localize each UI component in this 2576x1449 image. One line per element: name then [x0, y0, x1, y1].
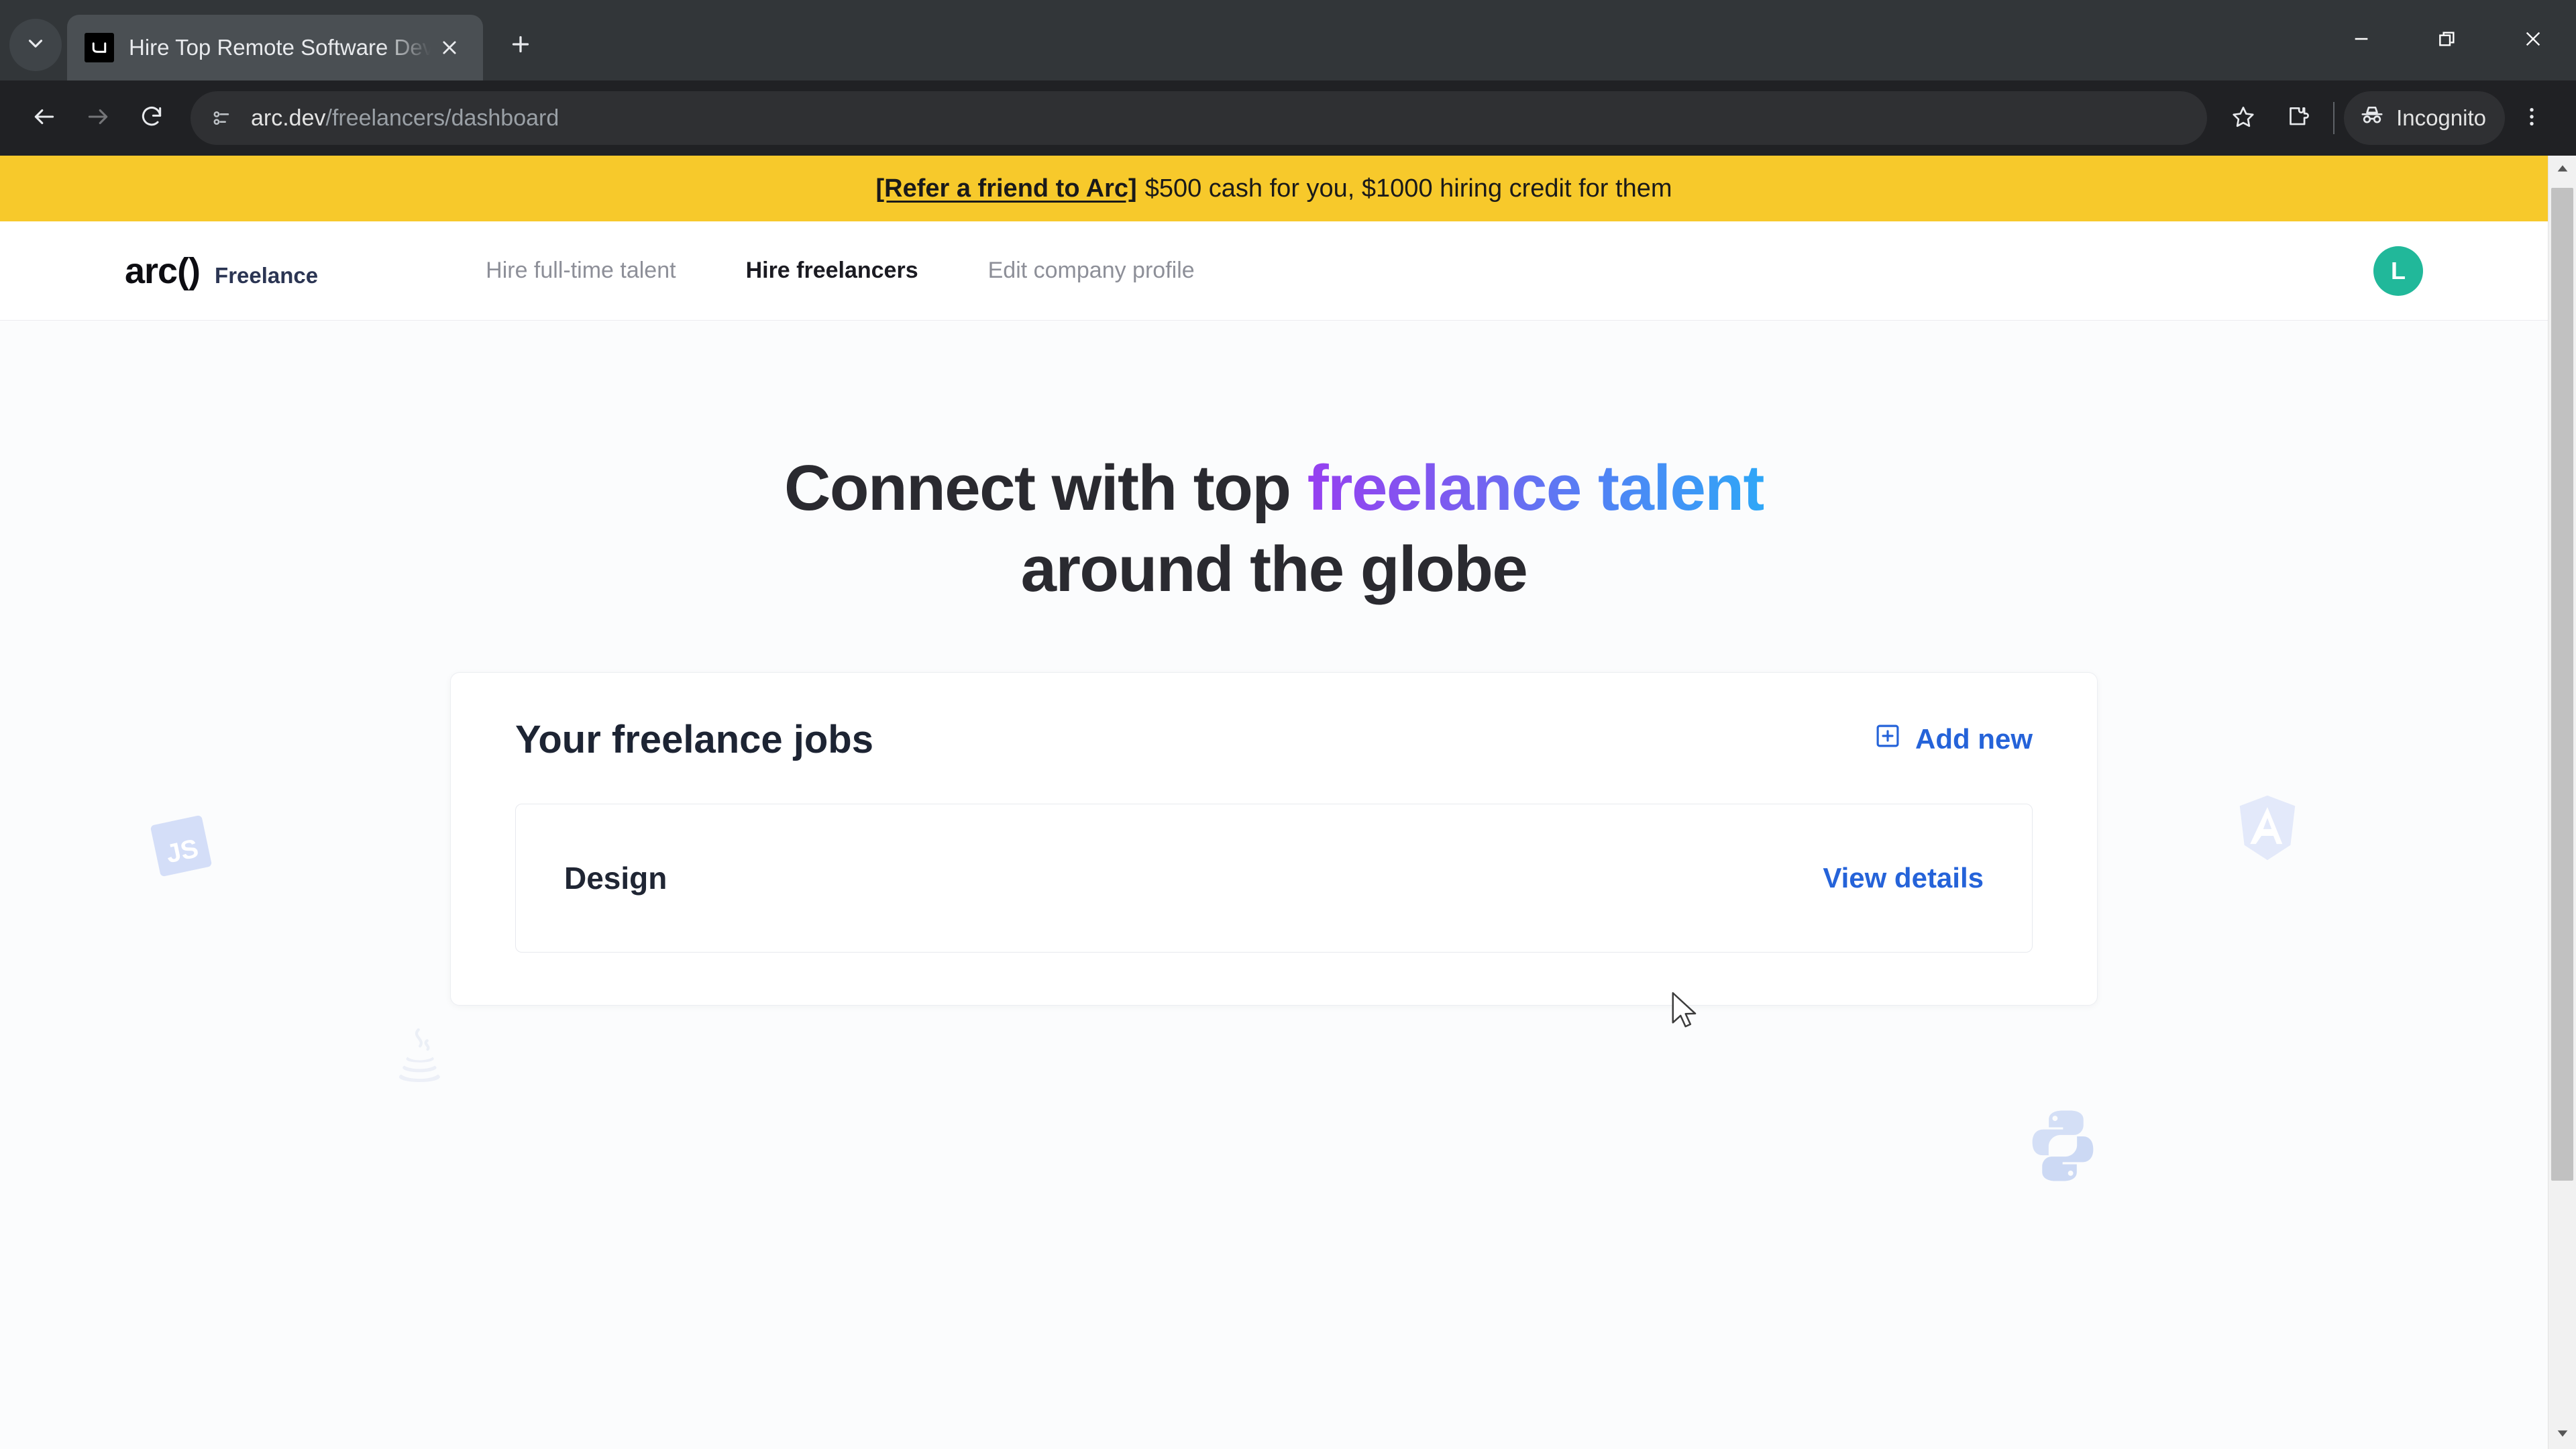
add-new-button[interactable]: Add new — [1874, 722, 2033, 757]
logo-subtitle: Freelance — [215, 262, 319, 288]
referral-banner[interactable]: [Refer a friend to Arc] $500 cash for yo… — [0, 156, 2548, 221]
hero-section: JS Connect with top freelance talent aro… — [0, 321, 2548, 1181]
avatar-initial: L — [2391, 256, 2406, 284]
browser-window: Hire Top Remote Software Deve arc.dev/fr… — [0, 0, 2576, 1449]
close-icon[interactable] — [431, 29, 468, 66]
chevron-down-icon — [2555, 1426, 2570, 1444]
page-scrollbar[interactable] — [2548, 156, 2576, 1449]
referral-banner-text: $500 cash for you, $1000 hiring credit f… — [1144, 174, 1672, 203]
toolbar-divider — [2333, 102, 2335, 134]
browser-tab[interactable]: Hire Top Remote Software Deve — [67, 15, 483, 80]
primary-nav: Hire full-time talent Hire freelancers E… — [451, 258, 1230, 284]
site-info-icon[interactable] — [200, 97, 243, 140]
bookmark-button[interactable] — [2216, 91, 2270, 145]
minimize-button[interactable] — [2318, 0, 2404, 80]
back-button[interactable] — [17, 91, 71, 145]
incognito-label: Incognito — [2396, 105, 2486, 130]
scroll-up-button[interactable] — [2548, 156, 2576, 184]
arrow-right-icon — [85, 104, 111, 133]
url-domain: arc.dev — [251, 105, 326, 131]
avatar[interactable]: L — [2373, 246, 2423, 296]
address-bar[interactable]: arc.dev/freelancers/dashboard — [191, 91, 2208, 145]
star-icon — [2231, 104, 2256, 133]
chevron-up-icon — [2555, 161, 2570, 179]
jobs-list: Design View details — [515, 803, 2033, 953]
hero-headline-line-1: Connect with top freelance talent — [0, 448, 2548, 529]
plus-square-icon — [1874, 722, 1902, 757]
reload-button[interactable] — [125, 91, 178, 145]
chevron-down-icon — [24, 32, 47, 58]
web-page: [Refer a friend to Arc] $500 cash for yo… — [0, 156, 2548, 1449]
browser-toolbar: arc.dev/freelancers/dashboard Incognito — [0, 80, 2576, 156]
page-viewport: [Refer a friend to Arc] $500 cash for yo… — [0, 156, 2576, 1449]
nav-item-edit-company-profile[interactable]: Edit company profile — [953, 258, 1230, 284]
incognito-indicator[interactable]: Incognito — [2344, 91, 2505, 145]
reload-icon — [139, 104, 164, 133]
python-logo-icon — [2023, 1106, 2103, 1189]
more-vertical-icon — [2519, 104, 2544, 133]
job-name: Design — [564, 860, 667, 896]
window-controls — [2318, 0, 2576, 80]
arc-wordmark: arc() — [125, 250, 201, 291]
jobs-card-title: Your freelance jobs — [515, 717, 873, 761]
hero-headline-line-2: around the globe — [1020, 533, 1528, 605]
scrollbar-thumb[interactable] — [2551, 188, 2573, 1181]
forward-button[interactable] — [71, 91, 125, 145]
arrow-left-icon — [32, 104, 57, 133]
url-text: arc.dev/freelancers/dashboard — [251, 105, 559, 131]
view-details-link[interactable]: View details — [1823, 862, 1984, 894]
scrollbar-track[interactable] — [2548, 184, 2576, 1421]
close-icon — [2522, 28, 2544, 53]
job-row[interactable]: Design View details — [515, 803, 2033, 953]
hero-headline-gradient: freelance talent — [1307, 452, 1765, 524]
add-new-label: Add new — [1915, 723, 2033, 755]
hero-headline-plain: Connect with top — [784, 452, 1307, 524]
chrome-menu-button[interactable] — [2505, 91, 2559, 145]
new-tab-button[interactable] — [495, 20, 546, 71]
tab-title: Hire Top Remote Software Deve — [129, 35, 431, 60]
site-navbar: arc() Freelance Hire full-time talent Hi… — [0, 221, 2548, 321]
close-window-button[interactable] — [2490, 0, 2576, 80]
extensions-button[interactable] — [2270, 91, 2324, 145]
scroll-down-button[interactable] — [2548, 1421, 2576, 1449]
jobs-card-wrapper: Your freelance jobs Add new Design View … — [0, 672, 2548, 1006]
tab-strip: Hire Top Remote Software Deve — [0, 0, 2576, 80]
incognito-icon — [2359, 102, 2385, 134]
url-path: /freelancers/dashboard — [325, 105, 559, 131]
minimize-icon — [2351, 28, 2372, 53]
restore-button[interactable] — [2404, 0, 2490, 80]
restore-window-icon — [2436, 28, 2458, 53]
plus-icon — [508, 32, 533, 60]
refer-a-friend-link[interactable]: [Refer a friend to Arc] — [876, 174, 1137, 203]
arc-favicon-icon — [85, 33, 114, 62]
tab-search-button[interactable] — [9, 19, 62, 71]
site-logo[interactable]: arc() Freelance — [125, 250, 318, 292]
nav-item-hire-full-time-talent[interactable]: Hire full-time talent — [451, 258, 710, 284]
hero-headline: Connect with top freelance talent around… — [0, 448, 2548, 610]
nav-item-hire-freelancers[interactable]: Hire freelancers — [711, 258, 953, 284]
freelance-jobs-card: Your freelance jobs Add new Design View … — [450, 672, 2098, 1006]
jobs-card-header: Your freelance jobs Add new — [515, 717, 2033, 762]
java-logo-icon — [386, 1018, 455, 1097]
puzzle-icon — [2284, 104, 2310, 133]
